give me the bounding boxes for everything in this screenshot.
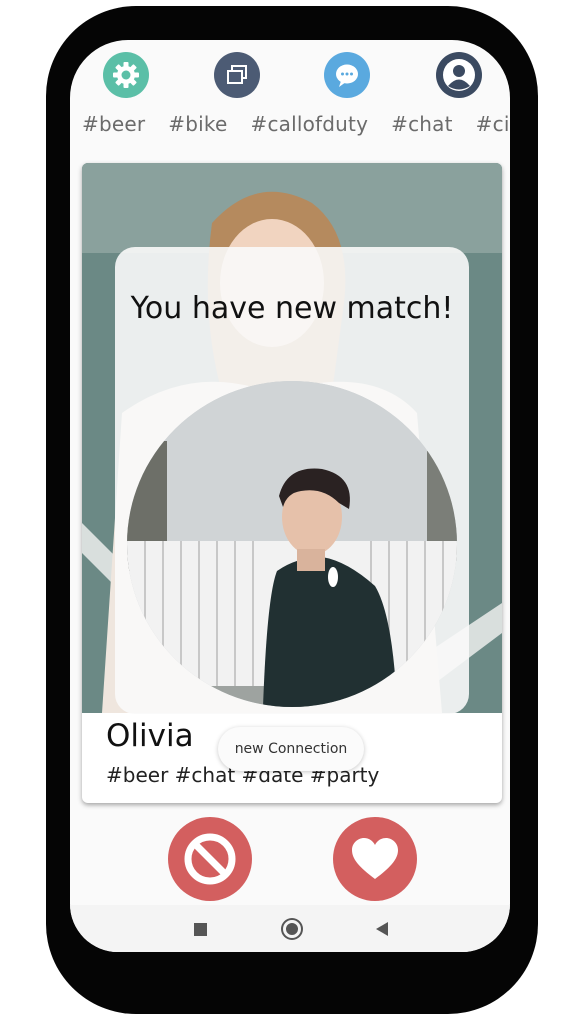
tag-beer[interactable]: #beer bbox=[82, 112, 145, 136]
heart-icon bbox=[352, 838, 398, 879]
back-triangle-icon[interactable] bbox=[370, 917, 394, 941]
top-navigation: #beer #bike #callofduty #chat #cine bbox=[70, 40, 510, 155]
settings-icon[interactable] bbox=[103, 52, 149, 98]
home-circle-icon[interactable] bbox=[280, 917, 304, 941]
toast-text: new Connection bbox=[234, 741, 348, 757]
match-photo[interactable] bbox=[127, 381, 457, 707]
profile-name: Olivia bbox=[106, 718, 194, 754]
tag-bike[interactable]: #bike bbox=[168, 112, 227, 136]
profile-icon[interactable] bbox=[436, 52, 482, 98]
chat-icon[interactable] bbox=[324, 52, 370, 98]
stacked-cards-icon bbox=[227, 65, 247, 84]
reject-button[interactable] bbox=[168, 817, 252, 901]
man-photo-illustration bbox=[127, 381, 457, 707]
tag-callofduty[interactable]: #callofduty bbox=[250, 112, 368, 136]
match-title: You have new match! bbox=[130, 291, 454, 326]
app-screen: #beer #bike #callofduty #chat #cine Olivia #… bbox=[70, 40, 510, 952]
toast-notification: new Connection bbox=[218, 727, 364, 771]
gear-icon bbox=[113, 62, 139, 88]
recents-square-icon[interactable] bbox=[188, 917, 212, 941]
system-navigation-bar bbox=[70, 905, 510, 952]
like-button[interactable] bbox=[333, 817, 417, 901]
tag-cinema[interactable]: #cine bbox=[476, 112, 510, 136]
tag-chat[interactable]: #chat bbox=[391, 112, 453, 136]
interest-tags-row: #beer #bike #callofduty #chat #cine bbox=[82, 112, 510, 136]
user-avatar-icon bbox=[443, 59, 475, 91]
cards-icon[interactable] bbox=[214, 52, 260, 98]
speech-bubble-icon bbox=[336, 64, 358, 87]
block-icon bbox=[184, 833, 236, 885]
